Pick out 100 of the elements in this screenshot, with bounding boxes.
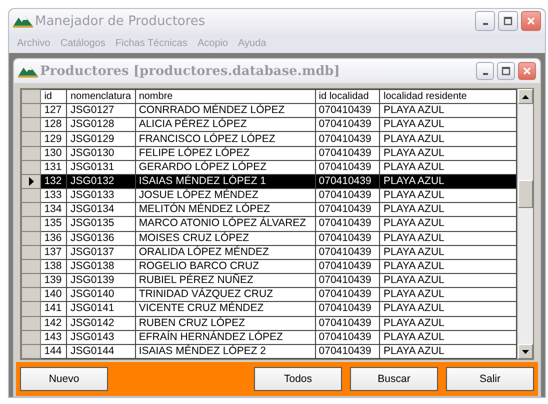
table-cell: 070410439: [315, 132, 380, 146]
maximize-icon: [501, 66, 511, 76]
search-button[interactable]: Buscar: [350, 367, 438, 391]
scrollbar[interactable]: [517, 89, 533, 359]
close-button[interactable]: [518, 62, 536, 80]
column-header[interactable]: localidad residente: [380, 90, 516, 104]
minimize-icon: [482, 23, 488, 26]
minimize-button[interactable]: [476, 62, 494, 80]
table-cell: PLAYA AZUL: [380, 330, 516, 344]
maximize-icon: [503, 16, 513, 26]
table-cell: PLAYA AZUL: [380, 344, 516, 358]
table-cell: JSG0131: [66, 160, 136, 174]
table-cell: 070410439: [315, 316, 380, 330]
column-header[interactable]: id: [40, 90, 67, 104]
table-cell: JSG0129: [66, 132, 136, 146]
table-cell: 070410439: [315, 274, 380, 288]
exit-button[interactable]: Salir: [446, 367, 534, 391]
table-cell: 070410439: [315, 146, 380, 160]
table-cell: JSG0138: [66, 259, 136, 274]
table-cell: JSG0130: [66, 146, 136, 160]
table-cell: 140: [40, 288, 67, 302]
table-cell: JSG0127: [66, 104, 136, 118]
table-cell: 127: [40, 104, 67, 118]
table-cell: 138: [40, 259, 67, 274]
table-cell: 070410439: [315, 245, 380, 260]
table-cell: 070410439: [315, 344, 380, 358]
table-cell: PLAYA AZUL: [380, 132, 516, 146]
close-icon: [522, 66, 532, 76]
table-cell: PLAYA AZUL: [380, 104, 516, 118]
table-cell: 135: [40, 216, 67, 232]
close-icon: [526, 16, 536, 26]
table-cell: PLAYA AZUL: [380, 216, 516, 232]
minimize-icon: [482, 73, 488, 75]
minimize-button[interactable]: [475, 11, 495, 32]
table-cell: PLAYA AZUL: [380, 231, 516, 246]
table-cell: 129: [40, 132, 67, 146]
table-cell: 134: [40, 202, 67, 217]
table-cell: ROGELIO BARCO CRUZ: [135, 259, 316, 274]
table-cell: JSG0133: [66, 188, 136, 203]
table-cell: PLAYA AZUL: [380, 174, 516, 189]
mountain-logo-icon: [13, 14, 33, 28]
table-cell: PLAYA AZUL: [380, 202, 516, 217]
table-cell: PLAYA AZUL: [380, 118, 516, 132]
table-cell: JSG0132: [66, 174, 136, 189]
table-cell: JSG0134: [66, 202, 136, 217]
table-cell: PLAYA AZUL: [380, 274, 516, 288]
table-cell: 131: [40, 160, 67, 174]
table-cell: 070410439: [315, 188, 380, 203]
table-cell: 144: [40, 344, 67, 358]
table-cell: 143: [40, 330, 67, 344]
window-title: Manejador de Productores: [35, 14, 206, 29]
table-cell: JSG0135: [66, 216, 136, 232]
table-cell: JSG0144: [66, 344, 136, 358]
close-button[interactable]: [521, 11, 541, 32]
row-pointer-icon: [28, 177, 35, 186]
column-header[interactable]: id localidad: [315, 90, 380, 104]
table-cell: 070410439: [315, 216, 380, 232]
table-cell: PLAYA AZUL: [380, 160, 516, 174]
table-cell: 070410439: [315, 302, 380, 316]
table-cell: PLAYA AZUL: [380, 316, 516, 330]
table-cell: 130: [40, 146, 67, 160]
table-cell: JSG0137: [66, 245, 136, 260]
table-row[interactable]: 138 JSG0138 ROGELIO BARCO CRUZ 070410439 PLAYA AZUL: [22, 259, 516, 274]
table-cell: PLAYA AZUL: [380, 259, 516, 274]
table-cell: 070410439: [315, 202, 380, 217]
table-cell: 070410439: [315, 160, 380, 174]
table-cell: JSG0143: [66, 330, 136, 344]
scroll-thumb[interactable]: [518, 180, 533, 208]
table-cell: 070410439: [315, 118, 380, 132]
table-cell: PLAYA AZUL: [380, 245, 516, 260]
table-cell: JSG0141: [66, 302, 136, 316]
table-cell: JSG0142: [66, 316, 136, 330]
table-cell: PLAYA AZUL: [380, 188, 516, 203]
column-header[interactable]: nombre: [135, 90, 316, 104]
table-cell: JSG0136: [66, 231, 136, 246]
table-cell: 070410439: [315, 259, 380, 274]
table-cell: 133: [40, 188, 67, 203]
table-cell: 128: [40, 118, 67, 132]
table-cell: PLAYA AZUL: [380, 288, 516, 302]
table-cell: 070410439: [315, 104, 380, 118]
table-cell: 141: [40, 302, 67, 316]
column-header[interactable]: nomenclatura: [66, 90, 136, 104]
table-cell: JSG0128: [66, 118, 136, 132]
table-cell: JSG0139: [66, 274, 136, 288]
table-cell: 070410439: [315, 288, 380, 302]
maximize-button[interactable]: [497, 62, 515, 80]
table-cell: 136: [40, 231, 67, 246]
table-cell: 142: [40, 316, 67, 330]
new-button[interactable]: Nuevo: [20, 367, 108, 391]
maximize-button[interactable]: [498, 11, 518, 32]
table-cell: JSG0140: [66, 288, 136, 302]
table-cell: PLAYA AZUL: [380, 302, 516, 316]
table-cell: 070410439: [315, 231, 380, 246]
table-cell: 070410439: [315, 174, 380, 189]
table-cell: 070410439: [315, 330, 380, 344]
child-window-title: Productores [productores.database.mdb]: [40, 64, 341, 78]
table-cell: 137: [40, 245, 67, 260]
table-cell: 139: [40, 274, 67, 288]
table-cell: PLAYA AZUL: [380, 146, 516, 160]
all-button[interactable]: Todos: [254, 367, 342, 391]
